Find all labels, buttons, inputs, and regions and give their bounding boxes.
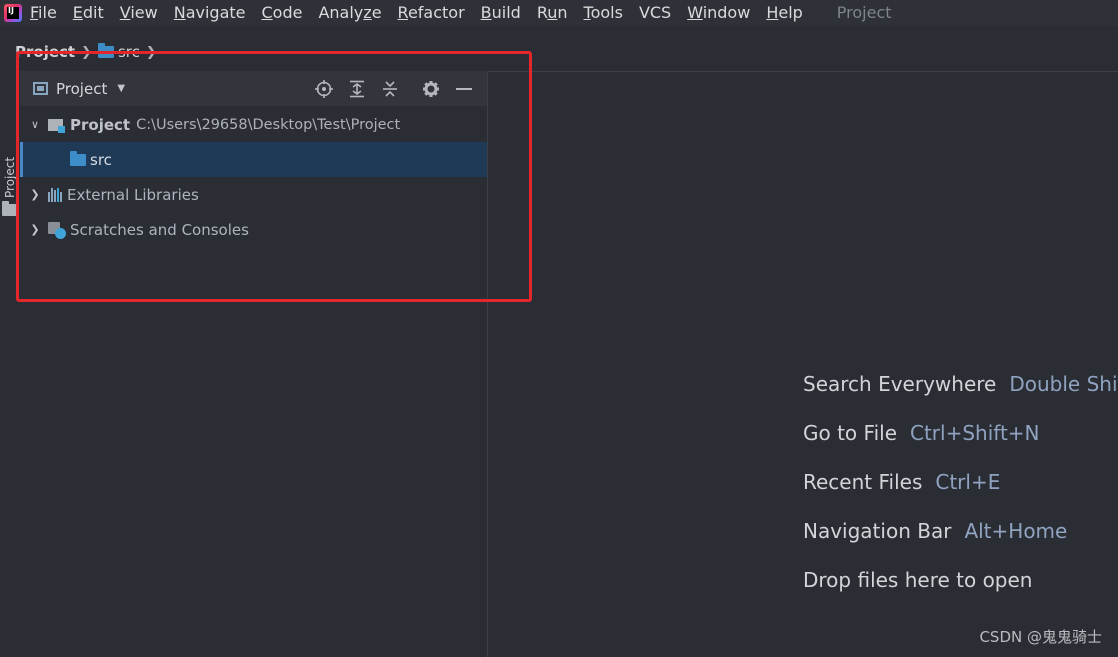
project-tool-button[interactable]: Project [1,149,19,205]
expand-all-icon[interactable] [347,79,367,99]
menu-build[interactable]: Build [481,0,521,26]
menu-vcs[interactable]: VCS [639,0,671,26]
menu-run[interactable]: Run [537,0,568,26]
menu-code[interactable]: Code [262,0,303,26]
tree-src-label: src [90,150,112,169]
breadcrumb: Project ❯ src ❯ [0,33,1118,72]
window-title: Project [836,3,892,22]
panel-title[interactable]: Project [56,80,107,98]
chevron-down-icon[interactable]: ∨ [28,118,42,131]
library-icon [48,187,63,202]
gear-icon[interactable] [421,79,441,99]
project-panel: Project ▼ ∨ Project C:\Users\29658\Deskt… [20,71,488,657]
minimize-icon[interactable] [454,79,474,99]
module-folder-icon [48,117,66,133]
menu-tools[interactable]: Tools [584,0,623,26]
chevron-right-icon[interactable]: ❯ [28,223,42,236]
intellij-logo-icon[interactable]: IJ [4,4,22,22]
watermark: CSDN @鬼鬼骑士 [979,628,1102,646]
menu-window[interactable]: Window [687,0,750,26]
breadcrumb-src[interactable]: src [97,43,140,61]
tree-scratches-label: Scratches and Consoles [70,220,249,239]
tree-external-libraries-label: External Libraries [67,185,199,204]
hint-search-everywhere: Search Everywhere Double Shift [803,372,1118,396]
menu-analyze[interactable]: Analyze [318,0,381,26]
scratches-icon [48,221,66,239]
hint-go-to-file: Go to File Ctrl+Shift+N [803,421,1040,445]
breadcrumb-project[interactable]: Project [15,43,75,61]
tree-row-src[interactable]: src [20,142,487,177]
project-view-icon [33,82,48,95]
editor-empty-hints: Search Everywhere Double Shift Go to Fil… [803,372,1118,617]
hint-drop-files: Drop files here to open [803,568,1033,592]
chevron-right-icon: ❯ [145,44,157,60]
menu-view[interactable]: View [120,0,158,26]
menu-bar: IJ File Edit View Navigate Code Analyze … [0,0,1118,26]
breadcrumb-src-label: src [117,43,140,61]
menu-refactor[interactable]: Refactor [398,0,465,26]
locate-file-icon[interactable] [314,79,334,99]
tree-project-name: Project [70,115,131,134]
menu-edit[interactable]: Edit [73,0,104,26]
folder-icon [2,201,18,216]
tree-row-project[interactable]: ∨ Project C:\Users\29658\Desktop\Test\Pr… [20,107,487,142]
folder-icon [97,43,114,58]
menu-navigate[interactable]: Navigate [174,0,246,26]
panel-actions [314,71,487,106]
panel-header: Project ▼ [20,71,487,106]
source-folder-icon [70,150,86,166]
chevron-right-icon: ❯ [81,44,92,60]
tree-row-scratches[interactable]: ❯ Scratches and Consoles [20,212,487,247]
tree-row-external-libraries[interactable]: ❯ External Libraries [20,177,487,212]
hint-recent-files: Recent Files Ctrl+E [803,470,1001,494]
caret-down-icon[interactable]: ▼ [117,83,125,94]
collapse-all-icon[interactable] [380,79,400,99]
chevron-right-icon[interactable]: ❯ [28,188,42,201]
menu-file[interactable]: File [30,0,57,26]
tree-project-path: C:\Users\29658\Desktop\Test\Project [136,116,401,133]
menu-help[interactable]: Help [766,0,802,26]
tool-window-stripe: Project [0,71,21,657]
hint-navigation-bar: Navigation Bar Alt+Home [803,519,1068,543]
